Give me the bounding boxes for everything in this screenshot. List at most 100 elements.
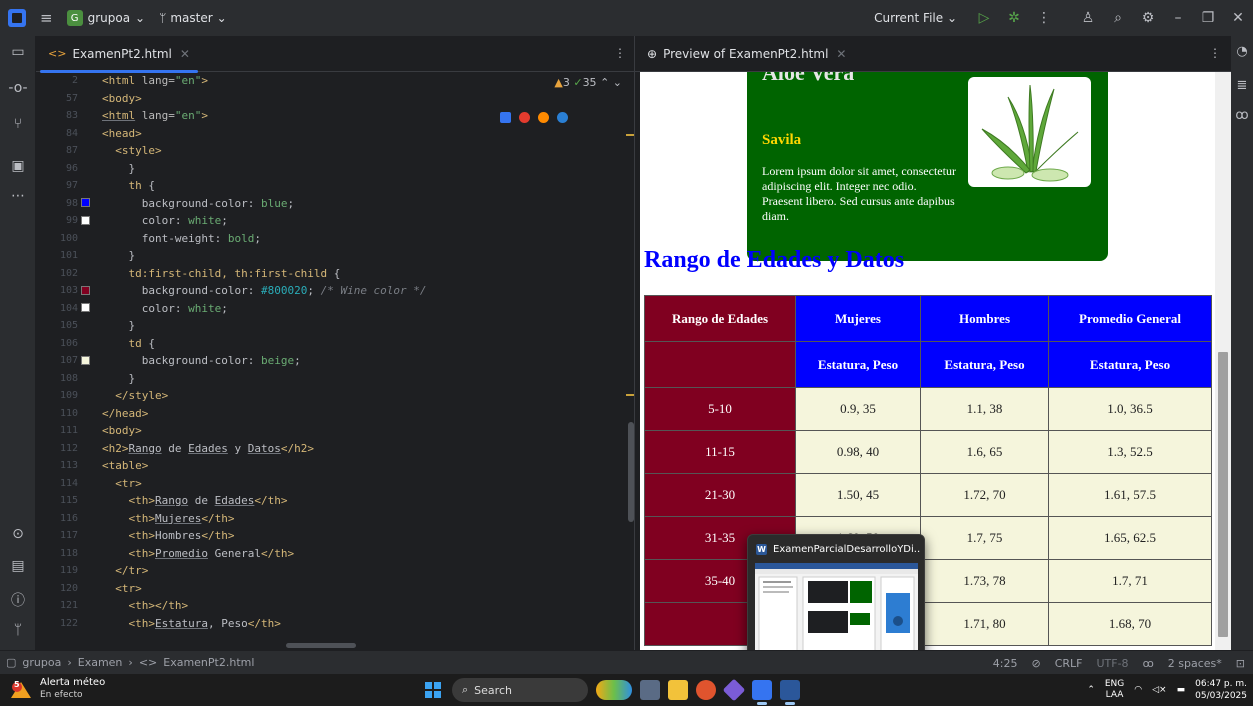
settings-gear-icon[interactable]: ⚙: [1133, 10, 1163, 26]
close-tab-icon[interactable]: ✕: [180, 47, 190, 61]
line-number: 120: [59, 582, 78, 594]
terminal-icon[interactable]: ▤: [0, 558, 36, 574]
add-user-icon[interactable]: ♙: [1073, 10, 1103, 26]
debug-icon[interactable]: ✲: [999, 10, 1029, 26]
table-header-cell: Estatura, Peso: [1048, 341, 1212, 388]
inspection-widget[interactable]: ▲3 ✓35 ⌃ ⌄: [554, 76, 622, 89]
edge-icon[interactable]: [557, 112, 568, 123]
breadcrumb-item[interactable]: Examen: [78, 656, 123, 669]
readonly-toggle-icon[interactable]: ⊘: [1031, 657, 1040, 670]
table-cell: 1.7, 75: [920, 516, 1049, 560]
hamburger-menu-icon[interactable]: ≡: [40, 9, 53, 27]
restore-icon[interactable]: ❐: [1193, 10, 1223, 26]
close-tab-icon[interactable]: ✕: [836, 47, 846, 61]
services-icon[interactable]: ⊙: [0, 526, 36, 542]
ide-taskbar-icon[interactable]: [752, 680, 772, 705]
breadcrumb-item[interactable]: ExamenPt2.html: [163, 656, 254, 669]
ai-status-icon[interactable]: ꝏ: [1143, 657, 1154, 670]
taskbar-search[interactable]: ⌕ Search: [452, 678, 588, 702]
editor-horizontal-scrollbar[interactable]: [286, 643, 356, 648]
code-line: <th></th>: [128, 599, 189, 612]
language-indicator[interactable]: ENG LAA: [1105, 679, 1124, 701]
ide-logo-icon[interactable]: [8, 9, 26, 27]
lock-icon[interactable]: ⊡: [1236, 657, 1245, 670]
problems-icon[interactable]: ⓘ: [0, 590, 36, 610]
code-area[interactable]: 2 57 83 84 87 96 97 98 99 100 101 102 10…: [36, 72, 634, 650]
color-swatch-beige[interactable]: [81, 355, 90, 365]
caret-position[interactable]: 4:25: [993, 657, 1018, 670]
search-icon[interactable]: ⌕: [1103, 10, 1133, 26]
chrome-icon[interactable]: [519, 112, 530, 123]
branch-selector[interactable]: ᛘ master ⌄: [159, 11, 227, 25]
file-explorer-icon[interactable]: [668, 680, 688, 700]
code-line: <tr>: [115, 581, 142, 595]
chevron-up-icon[interactable]: ⌃: [600, 76, 609, 89]
table-cell: 1.71, 80: [920, 602, 1049, 646]
code-line: th {: [128, 179, 156, 192]
wifi-icon[interactable]: ◠: [1134, 685, 1142, 695]
pull-requests-icon[interactable]: ⑂: [0, 116, 36, 132]
file-encoding[interactable]: UTF-8: [1096, 657, 1128, 670]
commit-icon[interactable]: -o-: [0, 80, 36, 96]
database-icon[interactable]: ≣: [1231, 78, 1253, 93]
widgets-icon[interactable]: [596, 680, 632, 700]
color-swatch-wine[interactable]: [81, 285, 90, 295]
battery-icon[interactable]: ▬: [1177, 685, 1186, 695]
line-number: 107: [59, 355, 78, 366]
clock[interactable]: 06:47 p. m. 05/03/2025: [1195, 678, 1247, 702]
task-view-icon[interactable]: [640, 680, 660, 700]
minimize-icon[interactable]: –: [1163, 10, 1193, 26]
tab-options-icon[interactable]: ⋮: [614, 46, 626, 60]
table-cell: 1.61, 57.5: [1048, 473, 1212, 517]
code-line: </style>: [115, 389, 169, 402]
breadcrumb-item[interactable]: grupoa: [22, 656, 61, 669]
line-number: 114: [59, 477, 78, 489]
status-bar: ▢ grupoa › Examen › <> ExamenPt2.html 4:…: [0, 650, 1253, 674]
taskbar-thumbnail-popup[interactable]: W ExamenParcialDesarrolloYDi...: [747, 534, 925, 662]
brave-browser-icon[interactable]: [696, 680, 716, 700]
weather-subtitle: En efecto: [40, 690, 83, 700]
structure-icon[interactable]: ▣: [0, 158, 36, 174]
line-separator[interactable]: CRLF: [1055, 657, 1083, 670]
weather-alert-icon[interactable]: 5: [10, 680, 32, 699]
project-selector[interactable]: G grupoa ⌄: [66, 10, 145, 26]
close-icon[interactable]: ✕: [1223, 10, 1253, 26]
vscode-like-icon[interactable]: [722, 678, 746, 702]
more-tools-icon[interactable]: ⋯: [0, 188, 36, 204]
indent-setting[interactable]: 2 spaces*: [1168, 657, 1222, 670]
notifications-icon[interactable]: ◔: [1231, 44, 1253, 59]
tab-examenpt2-html[interactable]: <> ExamenPt2.html ✕: [36, 36, 202, 73]
volume-icon[interactable]: ◁×: [1152, 685, 1166, 695]
ai-assistant-icon[interactable]: ꝏ: [1231, 108, 1253, 123]
code-line: <th>Mujeres</th>: [128, 511, 235, 525]
color-swatch-blue[interactable]: [81, 198, 90, 207]
git-icon[interactable]: ᛘ: [0, 622, 36, 638]
table-cell: 1.7, 71: [1048, 559, 1212, 603]
tab-preview[interactable]: ⊕ Preview of ExamenPt2.html ✕: [635, 47, 858, 61]
firefox-icon[interactable]: [538, 112, 549, 123]
table-cell: 1.6, 65: [920, 430, 1049, 474]
color-swatch-white[interactable]: [81, 215, 90, 225]
chevron-up-icon[interactable]: ⌃: [1087, 685, 1095, 695]
line-number: 113: [59, 460, 78, 471]
color-swatch-white[interactable]: [81, 303, 90, 312]
error-stripe-mark[interactable]: [626, 134, 634, 136]
ide-preview-icon[interactable]: [500, 112, 511, 123]
weather-widget[interactable]: Alerta méteo En efecto: [40, 677, 105, 701]
window-thumbnail[interactable]: [755, 563, 918, 656]
run-configuration-selector[interactable]: Current File ⌄: [874, 11, 957, 25]
project-folder-icon[interactable]: ▭: [0, 44, 36, 60]
preview-scrollbar-thumb[interactable]: [1218, 352, 1228, 637]
line-number: 119: [59, 565, 78, 576]
tab-options-icon[interactable]: ⋮: [1209, 46, 1221, 60]
more-actions-icon[interactable]: ⋮: [1029, 10, 1059, 26]
code-line: background-color: beige;: [141, 354, 301, 367]
word-taskbar-icon[interactable]: [780, 680, 800, 705]
windows-start-icon[interactable]: [425, 682, 441, 698]
rendered-page[interactable]: Aloe Vera Savila Lorem ipsum dolor sit a…: [640, 72, 1216, 650]
preview-scrollbar[interactable]: [1215, 72, 1231, 650]
chevron-down-icon[interactable]: ⌄: [613, 76, 622, 89]
globe-icon: ⊕: [647, 46, 658, 61]
error-stripe-mark[interactable]: [626, 394, 634, 396]
run-icon[interactable]: ▷: [969, 10, 999, 26]
